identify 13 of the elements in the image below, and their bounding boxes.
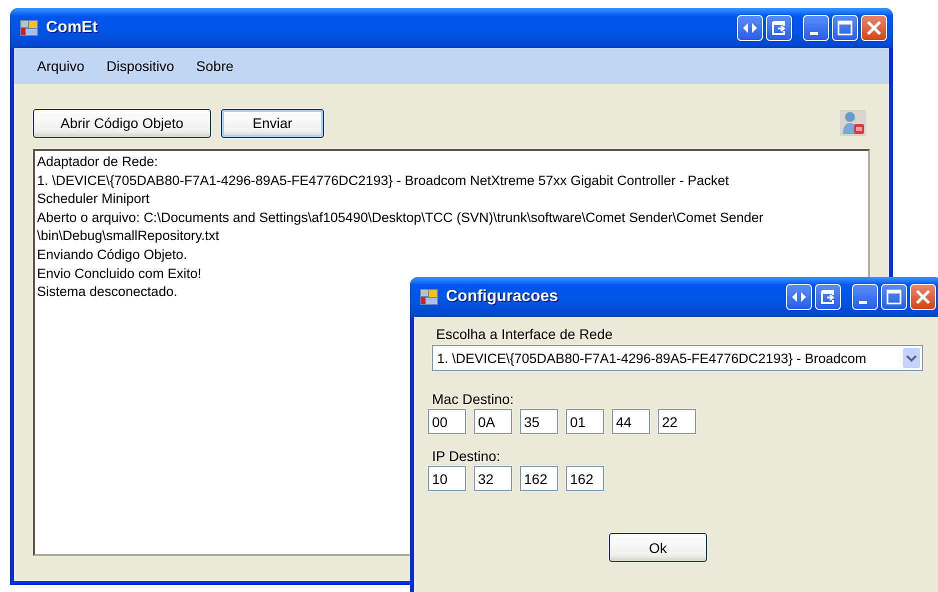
- log-line: Scheduler Miniport: [37, 190, 150, 208]
- window-title: Configuracoes: [446, 288, 558, 306]
- field-label: IP Destino:: [432, 448, 502, 464]
- log-line: Sistema desconectado.: [37, 283, 178, 302]
- log-line: Adaptador de Rede:: [37, 153, 158, 171]
- window-title: ComEt: [46, 19, 98, 37]
- log-line: \bin\Debug\smallRepository.txt: [37, 227, 220, 246]
- field-label: Mac Destino:: [432, 391, 515, 407]
- log-line: Aberto o arquivo: C:\Documents and Settings\af105490\Desktop\TCC (SVN)\trunk\software\Comet Sender\Comet Sender: [37, 208, 764, 227]
- log-line: Enviando Código Objeto.: [37, 246, 188, 264]
- log-line: 1. \DEVICE\{705DAB80-F7A1-4296-89A5-FE4776DC2193} - Broadcom NetXtreme 57xx Gigabit Controller - Packet: [37, 172, 729, 190]
- log-line: Envio Concluido com Exito!: [37, 264, 202, 283]
- field-label: Escolha a Interface de Rede: [436, 326, 614, 342]
